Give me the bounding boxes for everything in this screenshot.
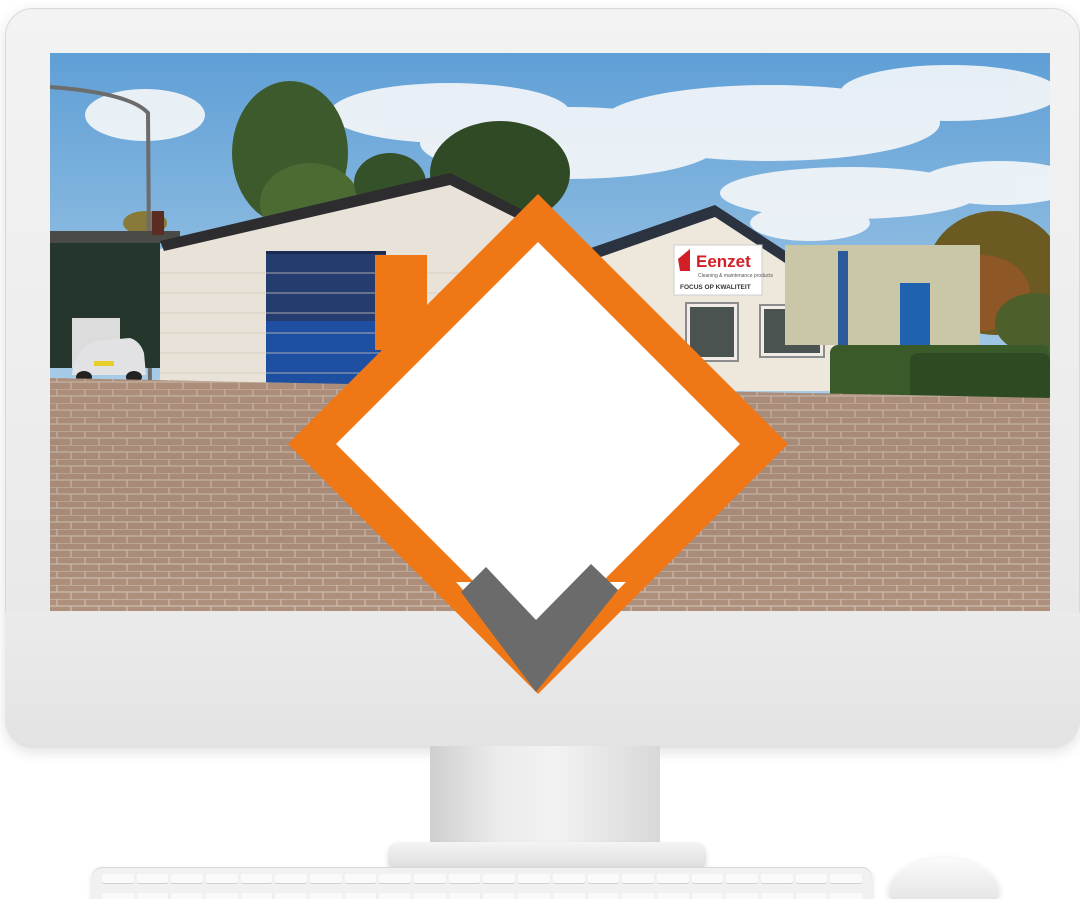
monitor-stand — [430, 746, 660, 854]
house-diamond-logo-icon — [288, 194, 788, 694]
mouse — [890, 858, 998, 899]
logo-chimney — [375, 255, 427, 350]
monitor-stand-foot — [388, 842, 706, 868]
right-warehouse — [785, 245, 980, 345]
mockup-stage: Eenzet Cleaning & maintenance products F… — [0, 0, 1080, 899]
keyboard-keys — [102, 874, 862, 899]
keyboard — [92, 868, 872, 899]
